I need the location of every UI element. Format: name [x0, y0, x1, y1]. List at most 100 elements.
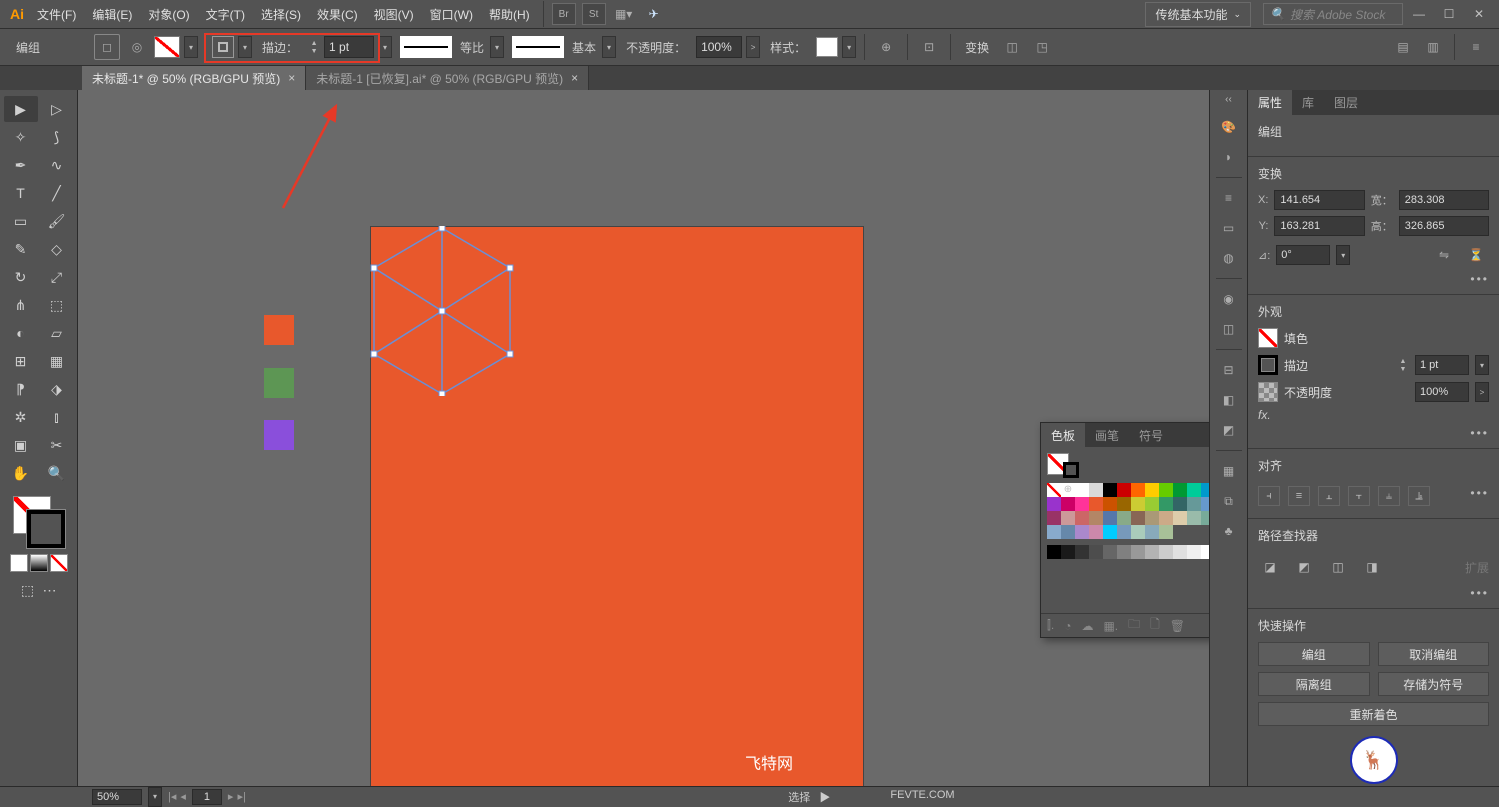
tool-curvature[interactable]: ∿: [40, 152, 74, 178]
tool-scale[interactable]: ⤢: [40, 264, 74, 290]
gradient-panel-icon[interactable]: ▭: [1217, 216, 1241, 240]
window-close[interactable]: ✕: [1465, 4, 1493, 24]
pf-exclude-icon[interactable]: ◨: [1360, 556, 1384, 578]
opacity-field-prop[interactable]: 100%: [1415, 382, 1469, 402]
swatch-item[interactable]: [1075, 525, 1089, 539]
doc-tab-0[interactable]: 未标题-1* @ 50% (RGB/GPU 预览) ×: [82, 66, 306, 90]
swatch-item[interactable]: [1103, 525, 1117, 539]
align-hcenter-icon[interactable]: ≡: [1288, 486, 1310, 506]
menu-select[interactable]: 选择(S): [254, 2, 308, 27]
w-field[interactable]: 283.308: [1399, 190, 1489, 210]
edit-group-icon[interactable]: ◳: [1029, 34, 1055, 60]
fill-menu[interactable]: ▾: [184, 36, 198, 58]
swatch-item[interactable]: [1103, 511, 1117, 525]
tool-blend[interactable]: ⬗: [40, 376, 74, 402]
menu-edit[interactable]: 编辑(E): [85, 2, 139, 27]
gpu-icon[interactable]: ✈: [642, 3, 666, 25]
tool-lasso[interactable]: ⟆: [40, 124, 74, 150]
var-width-menu[interactable]: ▾: [490, 36, 504, 58]
group-button[interactable]: 编组: [1258, 642, 1370, 666]
color-group-icon[interactable]: ▦.: [1103, 619, 1118, 633]
arrange-docs-icon[interactable]: ▦▾: [612, 3, 636, 25]
appearance-panel-icon[interactable]: ◉: [1217, 287, 1241, 311]
zoom-menu[interactable]: ▾: [148, 787, 162, 807]
graphic-styles-icon[interactable]: ◫: [1217, 317, 1241, 341]
close-icon[interactable]: ×: [571, 71, 578, 85]
tab-libraries[interactable]: 库: [1292, 90, 1324, 115]
swatch-item[interactable]: [1075, 483, 1089, 497]
tool-zoom[interactable]: 🔍: [40, 460, 74, 486]
menu-view[interactable]: 视图(V): [367, 2, 421, 27]
align-panel-icon[interactable]: ▥: [1420, 34, 1446, 60]
tool-width[interactable]: ⋔: [4, 292, 38, 318]
transform-panel-icon[interactable]: ◧: [1217, 388, 1241, 412]
swatch-gray[interactable]: [1047, 545, 1061, 559]
swatch-item[interactable]: [1159, 525, 1173, 539]
recolor-button[interactable]: 重新着色: [1258, 702, 1489, 726]
tab-layers[interactable]: 图层: [1324, 90, 1368, 115]
tool-symbol-spray[interactable]: ✲: [4, 404, 38, 430]
swatch-options-icon[interactable]: ☁: [1081, 619, 1093, 633]
swatch-item[interactable]: [1061, 525, 1075, 539]
swatch-lib-icon[interactable]: ⫿.: [1047, 618, 1054, 633]
menu-effect[interactable]: 效果(C): [310, 2, 365, 27]
artboards-icon[interactable]: ⧉: [1217, 489, 1241, 513]
zoom-field[interactable]: 50%: [92, 789, 142, 805]
swatch-item[interactable]: [1145, 497, 1159, 511]
screen-mode-icon[interactable]: ⬚: [18, 580, 38, 600]
tool-selection[interactable]: ▶: [4, 96, 38, 122]
swatch-item[interactable]: [1103, 497, 1117, 511]
tool-mesh[interactable]: ⊞: [4, 348, 38, 374]
align-top-icon[interactable]: ⫟: [1348, 486, 1370, 506]
stroke-stepper-prop[interactable]: ▲▼: [1397, 354, 1409, 376]
pf-intersect-icon[interactable]: ◫: [1326, 556, 1350, 578]
stroke-menu-prop[interactable]: ▾: [1475, 355, 1489, 375]
tab-properties[interactable]: 属性: [1248, 90, 1292, 115]
panel-menu-icon[interactable]: ≡: [1463, 34, 1489, 60]
swatch-item[interactable]: [1131, 497, 1145, 511]
selected-hex-group[interactable]: [370, 226, 514, 396]
swatch-gray[interactable]: [1187, 545, 1201, 559]
tool-type[interactable]: T: [4, 180, 38, 206]
swatch-item[interactable]: [1117, 525, 1131, 539]
window-minimize[interactable]: —: [1405, 4, 1433, 24]
tool-shaper[interactable]: ✎: [4, 236, 38, 262]
new-folder-icon[interactable]: 🗀: [1128, 615, 1140, 636]
stroke-swatch[interactable]: [212, 36, 234, 58]
tool-rectangle[interactable]: ▭: [4, 208, 38, 234]
menu-type[interactable]: 文字(T): [199, 2, 252, 27]
swatch-gray[interactable]: [1131, 545, 1145, 559]
isolate-button[interactable]: 隔离组: [1258, 672, 1370, 696]
swatch-item[interactable]: [1145, 511, 1159, 525]
window-maximize[interactable]: ☐: [1435, 4, 1463, 24]
symbols-icon-dock[interactable]: ♣: [1217, 519, 1241, 543]
align-panel-icon[interactable]: ⊟: [1217, 358, 1241, 382]
swatch-item[interactable]: [1117, 483, 1131, 497]
swatch-registration[interactable]: ⊕: [1061, 483, 1075, 497]
align-vcenter-icon[interactable]: ⫨: [1378, 486, 1400, 506]
tab-brushes[interactable]: 画笔: [1085, 423, 1129, 448]
transparency-panel-icon[interactable]: ◍: [1217, 246, 1241, 270]
delete-swatch-icon[interactable]: 🗑: [1170, 619, 1185, 633]
transform-link[interactable]: 变换: [965, 39, 989, 56]
tool-eyedropper[interactable]: ⁋: [4, 376, 38, 402]
swatch-item[interactable]: [1117, 511, 1131, 525]
tool-hand[interactable]: ✋: [4, 460, 38, 486]
swatch-item[interactable]: [1159, 511, 1173, 525]
swatch-gray[interactable]: [1145, 545, 1159, 559]
tab-swatches[interactable]: 色板: [1041, 423, 1085, 448]
swatch-item[interactable]: [1131, 511, 1145, 525]
color-mode-gradient[interactable]: [30, 554, 48, 572]
opacity-field[interactable]: 100%: [696, 36, 742, 58]
edit-contents-icon[interactable]: ◎: [124, 34, 150, 60]
panel-dock-icon[interactable]: ▤: [1390, 34, 1416, 60]
tool-eraser[interactable]: ◇: [40, 236, 74, 262]
swatch-item[interactable]: [1187, 497, 1201, 511]
swatch-none[interactable]: [1047, 483, 1061, 497]
menu-window[interactable]: 窗口(W): [423, 2, 480, 27]
color-guide-icon[interactable]: ◗: [1217, 145, 1241, 169]
isolate-icon[interactable]: ◫: [999, 34, 1025, 60]
workspace-switcher[interactable]: 传统基本功能 ⌄: [1145, 2, 1251, 27]
swatch-item[interactable]: [1117, 497, 1131, 511]
swatch-item[interactable]: [1075, 497, 1089, 511]
